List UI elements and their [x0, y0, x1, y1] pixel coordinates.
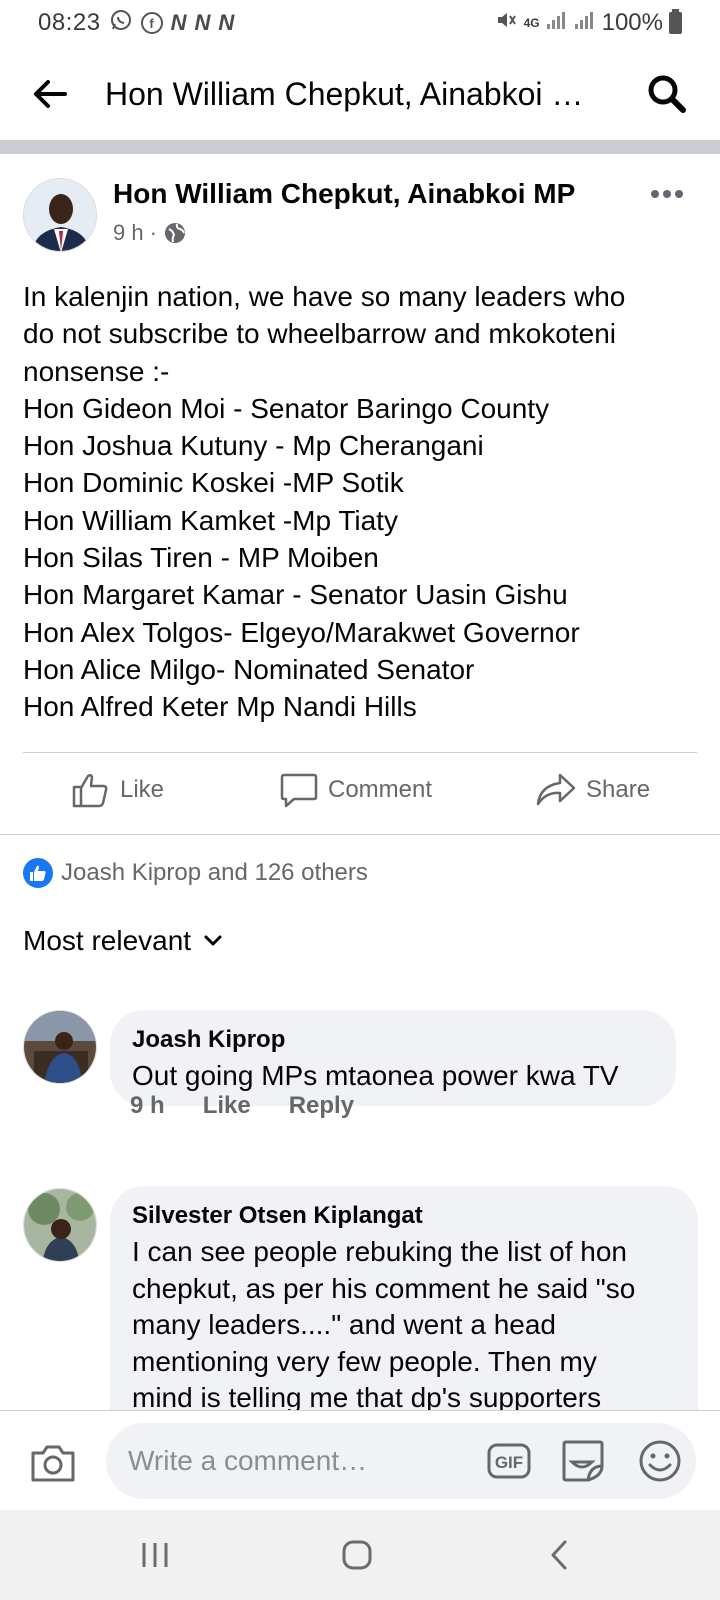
page-title: Hon William Chepkut, Ainabkoi MP	[105, 76, 585, 112]
sort-dropdown[interactable]: Most relevant	[23, 925, 223, 957]
comment-reply-button[interactable]: Reply	[289, 1092, 354, 1120]
post-time[interactable]: 9 h	[113, 220, 144, 246]
comment-icon	[280, 773, 318, 808]
chevron-down-icon	[204, 935, 222, 946]
camera-icon	[31, 1445, 75, 1482]
emoji-button[interactable]	[638, 1439, 682, 1483]
post-text-line: Hon Margaret Kamar - Senator Uasin Gishu	[23, 579, 568, 611]
sticker-icon	[562, 1440, 604, 1482]
comment-text: I can see people rebuking the list of ho…	[132, 1234, 676, 1417]
meta-separator: ·	[149, 220, 157, 245]
post-text-line: do not subscribe to wheelbarrow and mkok…	[23, 318, 617, 350]
emoji-icon	[639, 1440, 681, 1482]
post-text-line: Hon William Kamket -Mp Tiaty	[23, 504, 398, 536]
comment-meta: 9 h Like Reply	[130, 1092, 354, 1120]
post-text-line: Hon Alfred Keter Mp Nandi Hills	[23, 691, 417, 723]
commenter-name[interactable]: Joash Kiprop	[132, 1026, 654, 1054]
recent-apps-button[interactable]	[130, 1532, 180, 1578]
sticker-button[interactable]	[560, 1438, 606, 1484]
post-text-line: Hon Gideon Moi - Senator Baringo County	[23, 392, 550, 424]
status-time: 08:23	[38, 9, 101, 36]
more-icon	[651, 190, 683, 198]
app-bar: Hon William Chepkut, Ainabkoi MP	[0, 46, 720, 140]
share-button[interactable]: Share	[536, 772, 650, 808]
post-text-line: Hon Silas Tiren - MP Moiben	[23, 542, 379, 574]
post-text-line: Hon Alex Tolgos- Elgeyo/Marakwet Governo…	[23, 616, 580, 648]
comment-button[interactable]: Comment	[280, 772, 432, 808]
notification-icon: N	[194, 10, 211, 35]
whatsapp-icon	[109, 8, 133, 39]
post-text-line: Hon Alice Milgo- Nominated Senator	[23, 653, 475, 685]
header-divider	[0, 140, 720, 154]
comment-text-line: Out going MPs mtaonea power kwa TV	[132, 1060, 619, 1091]
notification-icon: N	[218, 10, 235, 35]
author-avatar[interactable]	[23, 178, 97, 252]
battery-level: 100%	[601, 9, 663, 36]
commenter-avatar[interactable]	[23, 1188, 97, 1262]
share-label: Share	[586, 776, 651, 803]
post-actions: Like Comment Share	[0, 750, 720, 840]
mute-icon	[494, 8, 518, 39]
post-text-line: In kalenjin nation, we have so many lead…	[23, 281, 626, 312]
sort-label: Most relevant	[23, 925, 192, 956]
comment-text-line: mentioning very few people. Then my	[132, 1345, 597, 1377]
reactions-summary[interactable]: Joash Kiprop and 126 others	[23, 858, 368, 888]
comment-input[interactable]	[106, 1423, 696, 1499]
like-label: Like	[120, 776, 165, 803]
network-type: 4G	[523, 16, 540, 30]
system-navigation-bar	[0, 1510, 720, 1600]
arrow-left-icon	[34, 80, 67, 108]
reactions-text: Joash Kiprop and 126 others	[61, 859, 368, 886]
thumbs-up-icon	[72, 773, 108, 808]
actions-divider	[0, 834, 720, 835]
chevron-left-icon	[551, 1540, 567, 1570]
comment-text: Out going MPs mtaonea power kwa TV	[132, 1058, 654, 1095]
search-icon	[648, 75, 686, 113]
comment-like-button[interactable]: Like	[203, 1092, 251, 1120]
comment-text-line: chepkut, as per his comment he said "so	[132, 1272, 636, 1304]
camera-button[interactable]	[30, 1443, 76, 1483]
nav-back-button[interactable]	[534, 1532, 584, 1578]
post-text-line: Hon Dominic Koskei -MP Sotik	[23, 467, 404, 499]
post-author-name[interactable]: Hon William Chepkut, Ainabkoi MP	[113, 178, 575, 210]
gif-button[interactable]: GIF	[487, 1441, 531, 1481]
home-icon	[342, 1540, 372, 1570]
like-reaction-icon	[23, 858, 53, 888]
facebook-notification-icon: f	[140, 12, 163, 34]
like-button[interactable]: Like	[72, 772, 164, 808]
globe-icon	[164, 223, 185, 243]
comment-bubble: Silvester Otsen Kiplangat I can see peop…	[110, 1186, 698, 1446]
commenter-name[interactable]: Silvester Otsen Kiplangat	[132, 1202, 676, 1230]
comment-time: 9 h	[130, 1092, 165, 1119]
status-bar: 08:23 f N N N 4G 100%	[0, 0, 720, 46]
gif-label: GIF	[495, 1453, 523, 1472]
post-text-line: Hon Joshua Kutuny - Mp Cherangani	[23, 430, 484, 462]
search-button[interactable]	[645, 72, 689, 116]
recent-apps-icon	[142, 1543, 168, 1567]
comment-text-line: I can see people rebuking the list of ho…	[132, 1236, 628, 1267]
more-options-button[interactable]	[650, 180, 690, 204]
signal-icon	[574, 9, 596, 37]
battery-icon	[669, 9, 682, 34]
post-text-line: nonsense :-	[23, 355, 170, 387]
comment-text-line: many leaders...." and went a head	[132, 1309, 556, 1340]
signal-icon	[546, 9, 568, 37]
comment-label: Comment	[328, 776, 433, 803]
post-text: In kalenjin nation, we have so many lead…	[23, 278, 703, 726]
share-icon	[536, 773, 576, 806]
back-button[interactable]	[30, 74, 70, 114]
notification-icon: N	[170, 10, 187, 35]
home-button[interactable]	[332, 1532, 382, 1578]
post-meta: 9 h ·	[113, 220, 187, 246]
comment-composer: GIF	[0, 1410, 720, 1510]
commenter-avatar[interactable]	[23, 1010, 97, 1084]
